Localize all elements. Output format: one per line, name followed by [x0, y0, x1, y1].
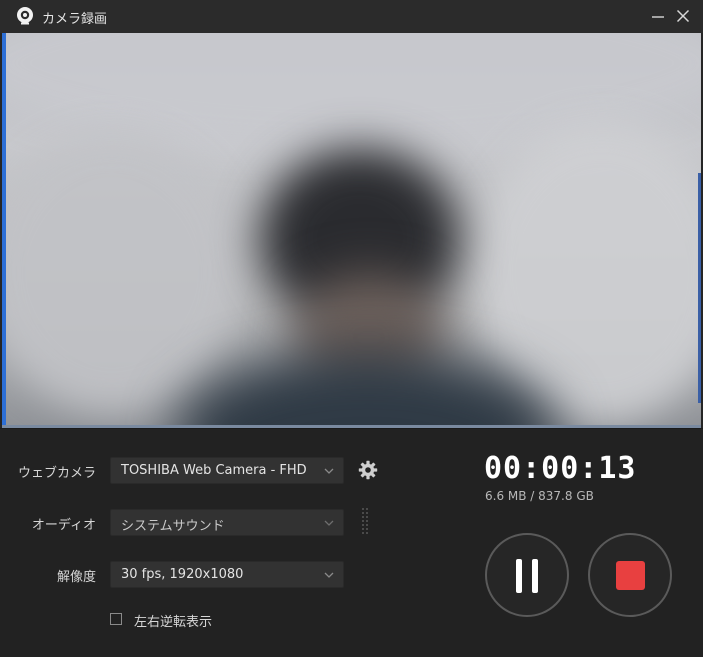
mirror-checkbox-label: 左右逆転表示: [134, 615, 213, 630]
stop-button[interactable]: [588, 533, 672, 617]
title-bar[interactable]: カメラ録画: [0, 0, 703, 33]
close-button[interactable]: [673, 6, 693, 26]
window-title: カメラ録画: [42, 12, 108, 27]
audio-level-meter: [362, 508, 368, 534]
gear-icon[interactable]: [358, 460, 378, 480]
camera-preview: [2, 33, 701, 428]
chevron-down-icon: [324, 468, 334, 474]
resolution-select[interactable]: 30 fps, 1920x1080: [110, 561, 344, 588]
webcam-select[interactable]: TOSHIBA Web Camera - FHD: [110, 457, 344, 484]
camera-recording-window: カメラ録画 ウェブカメラ TOSHIBA Web Camera - FHD オー…: [0, 0, 703, 657]
preview-right-edge: [698, 173, 701, 403]
audio-select[interactable]: システムサウンド: [110, 509, 344, 536]
minimize-button[interactable]: [648, 6, 668, 26]
webcam-app-icon: [17, 7, 33, 25]
stop-icon: [616, 561, 645, 590]
resolution-label: 解像度: [56, 570, 96, 585]
close-icon: [676, 9, 690, 23]
chevron-down-icon: [324, 520, 334, 526]
storage-usage: 6.6 MB / 837.8 GB: [485, 489, 594, 503]
chevron-down-icon: [324, 572, 334, 578]
recording-timer: 00:00:13: [484, 451, 637, 486]
mirror-checkbox[interactable]: [110, 613, 122, 625]
pause-button[interactable]: [485, 533, 569, 617]
audio-select-value: システムサウンド: [121, 519, 225, 534]
preview-left-edge: [2, 33, 6, 428]
webcam-select-value: TOSHIBA Web Camera - FHD: [121, 463, 307, 478]
audio-label: オーディオ: [31, 518, 96, 533]
minimize-icon: [652, 16, 664, 18]
webcam-label: ウェブカメラ: [17, 466, 96, 481]
resolution-select-value: 30 fps, 1920x1080: [121, 567, 244, 582]
